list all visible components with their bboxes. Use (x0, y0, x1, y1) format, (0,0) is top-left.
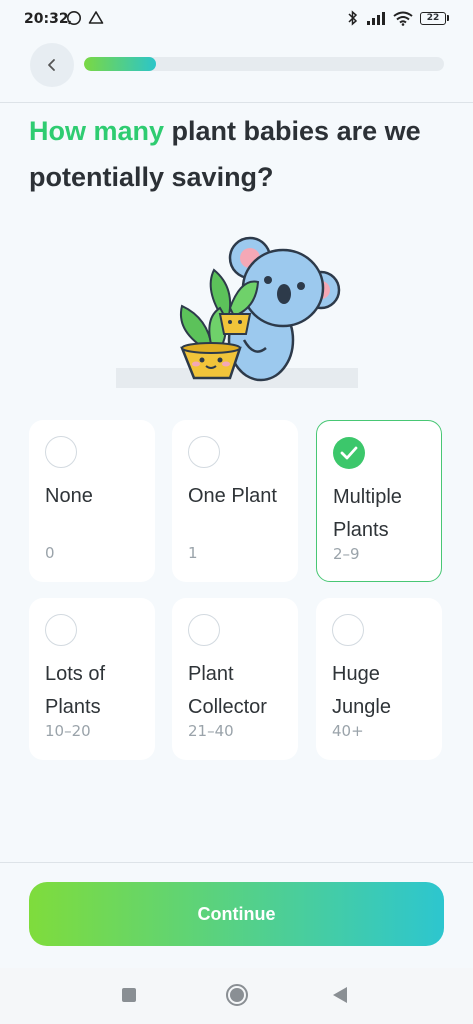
progress-bar (84, 57, 444, 71)
option-card[interactable]: None 0 (29, 420, 155, 582)
option-label: One Plant (188, 485, 277, 507)
top-bar (0, 40, 473, 103)
footer-divider (0, 862, 473, 863)
option-radio-checked[interactable] (333, 437, 365, 469)
back-button[interactable] (30, 43, 74, 87)
status-time: 20:32 (24, 11, 69, 27)
back-chevron-icon (48, 59, 55, 71)
system-nav-bar (0, 968, 473, 1024)
koala-plant-illustration (116, 236, 358, 388)
title-accent: How many (29, 116, 165, 146)
option-radio[interactable] (188, 436, 220, 468)
signal-icon (367, 12, 385, 25)
recents-icon[interactable] (122, 988, 136, 1002)
option-card-selected[interactable]: Multiple Plants 2–9 (316, 420, 442, 582)
home-icon[interactable] (226, 984, 248, 1006)
option-card[interactable]: Lots of Plants 10–20 (29, 598, 155, 760)
option-range: 40+ (332, 722, 364, 740)
option-range: 0 (45, 544, 55, 562)
option-label: Huge Jungle (332, 663, 391, 718)
option-label: None (45, 485, 93, 507)
checkmark-icon (340, 446, 358, 460)
option-label: Plant Collector (188, 663, 267, 718)
option-radio[interactable] (332, 614, 364, 646)
option-range: 10–20 (45, 722, 91, 740)
option-card[interactable]: Huge Jungle 40+ (316, 598, 442, 760)
bluetooth-icon (348, 10, 358, 26)
option-card[interactable]: Plant Collector 21–40 (172, 598, 298, 760)
option-radio[interactable] (188, 614, 220, 646)
battery-level: 22 (420, 11, 446, 25)
status-bar: 20:32 22 (0, 0, 473, 40)
option-range: 21–40 (188, 722, 234, 740)
continue-button[interactable]: Continue (29, 882, 444, 946)
option-label: Lots of Plants (45, 663, 106, 718)
option-range: 2–9 (333, 545, 360, 563)
battery-icon: 22 (420, 11, 449, 25)
option-radio[interactable] (45, 436, 77, 468)
whatsapp-icon (67, 11, 81, 25)
system-back-icon[interactable] (333, 987, 347, 1003)
option-label: Multiple Plants (333, 486, 402, 541)
progress-fill (84, 57, 156, 71)
option-card[interactable]: One Plant 1 (172, 420, 298, 582)
page-title: How many plant babies are we potentially… (29, 108, 449, 200)
option-radio[interactable] (45, 614, 77, 646)
wifi-icon (393, 11, 413, 26)
drive-icon (88, 11, 104, 24)
option-range: 1 (188, 544, 198, 562)
